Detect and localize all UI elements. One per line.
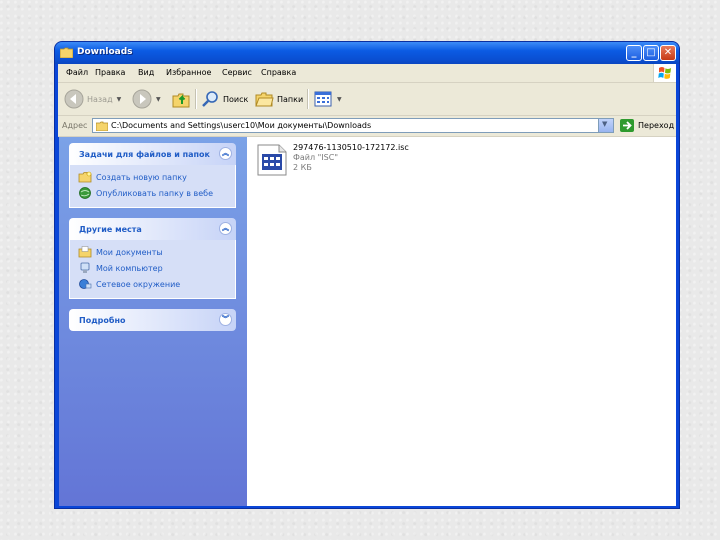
task-publish-web[interactable]: Опубликовать папку в вебе <box>70 185 235 201</box>
collapse-chevron-icon[interactable]: ︽ <box>219 222 232 235</box>
tasks-panel: Задачи для файлов и папок ︽ Создать нову… <box>69 143 236 208</box>
chevron-down-icon: ▼ <box>602 120 608 128</box>
menu-bar: Файл Правка Вид Избранное Сервис Справка <box>58 64 676 83</box>
menu-file[interactable]: Файл <box>66 68 88 77</box>
window-title: Downloads <box>77 47 133 57</box>
places-panel: Другие места ︽ Мои документы Мой компьют… <box>69 218 236 299</box>
search-icon <box>202 91 218 107</box>
search-button[interactable]: Поиск <box>200 88 248 110</box>
go-button[interactable]: Переход <box>620 119 674 132</box>
folders-label: Папки <box>277 94 304 104</box>
toolbar-separator <box>195 89 197 109</box>
address-label: Адрес <box>62 121 88 130</box>
minimize-icon: _ <box>631 47 637 58</box>
folder-icon <box>60 47 73 58</box>
place-network-label: Сетевое окружение <box>96 279 181 289</box>
folder-up-icon <box>172 93 190 108</box>
address-path: C:\Documents and Settings\userc10\Мои до… <box>111 121 372 130</box>
back-button[interactable]: Назад ▼ <box>64 88 121 110</box>
menu-favorites[interactable]: Избранное <box>166 68 211 77</box>
file-item[interactable]: 297476-1130510-172172.isc Файл "ISC" 2 К… <box>255 141 455 181</box>
views-button[interactable]: ▼ <box>313 88 342 110</box>
folder-icon <box>96 121 108 131</box>
task-new-folder[interactable]: Создать новую папку <box>70 169 235 185</box>
views-icon <box>314 91 332 107</box>
go-label: Переход <box>638 121 675 130</box>
close-icon: ✕ <box>663 47 673 58</box>
task-pane: Задачи для файлов и папок ︽ Создать нову… <box>59 137 247 506</box>
my-documents-icon <box>78 246 92 258</box>
place-my-computer[interactable]: Мой компьютер <box>70 260 235 276</box>
forward-arrow-icon <box>132 89 152 109</box>
places-panel-body: Мои документы Мой компьютер Сетевое окру… <box>69 240 236 299</box>
menu-edit[interactable]: Правка <box>95 68 125 77</box>
place-network[interactable]: Сетевое окружение <box>70 276 235 292</box>
network-icon <box>79 279 92 289</box>
explorer-window: Downloads _ □ ✕ Файл Правка Вид Избранно… <box>55 42 679 508</box>
back-arrow-icon <box>64 89 84 109</box>
place-my-computer-label: Мой компьютер <box>96 263 163 273</box>
details-panel-header[interactable]: Подробно ︾ <box>69 309 236 331</box>
back-label: Назад <box>87 94 113 104</box>
file-type: Файл "ISC" <box>293 153 339 162</box>
tasks-panel-header[interactable]: Задачи для файлов и папок ︽ <box>69 143 236 165</box>
address-dropdown-button[interactable]: ▼ <box>598 119 613 132</box>
back-dropdown-icon[interactable]: ▼ <box>117 96 122 103</box>
collapse-chevron-icon[interactable]: ︽ <box>219 147 232 160</box>
place-my-documents-label: Мои документы <box>96 247 163 257</box>
folders-icon <box>255 92 274 107</box>
places-panel-header[interactable]: Другие места ︽ <box>69 218 236 240</box>
details-panel-title: Подробно <box>79 316 126 325</box>
title-bar[interactable]: Downloads _ □ ✕ <box>55 42 679 64</box>
publish-web-icon <box>79 187 91 199</box>
search-label: Поиск <box>223 94 249 104</box>
views-dropdown-icon[interactable]: ▼ <box>337 96 342 103</box>
task-publish-web-label: Опубликовать папку в вебе <box>96 188 213 198</box>
menu-help[interactable]: Справка <box>261 68 296 77</box>
places-panel-title: Другие места <box>79 225 142 234</box>
maximize-icon: □ <box>646 47 656 58</box>
up-folder-button[interactable] <box>171 88 191 110</box>
toolbar: Назад ▼ ▼ Поиск Папки ▼ <box>58 83 676 116</box>
address-input[interactable]: C:\Documents and Settings\userc10\Мои до… <box>92 118 614 133</box>
forward-button[interactable]: ▼ <box>132 88 161 110</box>
forward-dropdown-icon[interactable]: ▼ <box>156 96 161 103</box>
my-computer-icon <box>80 262 90 273</box>
expand-chevron-icon[interactable]: ︾ <box>219 313 232 326</box>
isc-file-icon <box>257 144 287 176</box>
tasks-panel-body: Создать новую папку Опубликовать папку в… <box>69 165 236 208</box>
task-new-folder-label: Создать новую папку <box>96 172 187 182</box>
menu-tools[interactable]: Сервис <box>222 68 252 77</box>
file-list: 297476-1130510-172172.isc Файл "ISC" 2 К… <box>247 137 676 506</box>
menu-view[interactable]: Вид <box>138 68 154 77</box>
windows-logo-icon <box>653 64 676 82</box>
new-folder-icon <box>78 171 92 183</box>
close-button[interactable]: ✕ <box>660 45 676 61</box>
tasks-panel-title: Задачи для файлов и папок <box>79 150 210 159</box>
details-panel: Подробно ︾ <box>69 309 236 331</box>
maximize-button[interactable]: □ <box>643 45 659 61</box>
folders-button[interactable]: Папки <box>254 88 303 110</box>
address-bar: Адрес C:\Documents and Settings\userc10\… <box>58 116 676 137</box>
file-size: 2 КБ <box>293 163 312 172</box>
file-name: 297476-1130510-172172.isc <box>293 143 409 152</box>
toolbar-separator <box>307 89 309 109</box>
go-arrow-icon <box>620 119 634 132</box>
place-my-documents[interactable]: Мои документы <box>70 244 235 260</box>
minimize-button[interactable]: _ <box>626 45 642 61</box>
